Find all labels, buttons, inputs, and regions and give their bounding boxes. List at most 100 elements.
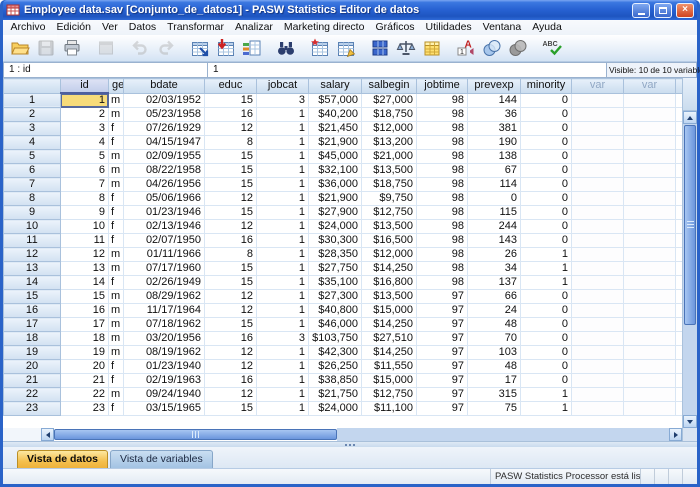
cell[interactable]: 98 bbox=[417, 178, 468, 192]
cell[interactable]: 07/18/1962 bbox=[124, 318, 205, 332]
cell[interactable]: 138 bbox=[468, 150, 521, 164]
cell[interactable]: 14 bbox=[61, 276, 109, 290]
cell[interactable] bbox=[624, 374, 676, 388]
variables-button[interactable] bbox=[239, 36, 265, 60]
cell[interactable]: 97 bbox=[417, 318, 468, 332]
cell[interactable]: 98 bbox=[417, 234, 468, 248]
row-header-19[interactable]: 19 bbox=[4, 346, 61, 360]
cell[interactable]: 1 bbox=[257, 206, 309, 220]
horizontal-scroll-thumb[interactable] bbox=[54, 429, 337, 440]
cell[interactable]: 12 bbox=[205, 360, 257, 374]
cell[interactable]: 0 bbox=[521, 108, 572, 122]
cell[interactable]: $12,750 bbox=[362, 388, 417, 402]
cell[interactable] bbox=[624, 304, 676, 318]
cell[interactable]: 115 bbox=[468, 206, 521, 220]
goto-variable-button[interactable] bbox=[213, 36, 239, 60]
cell[interactable]: $27,750 bbox=[309, 262, 362, 276]
cell[interactable] bbox=[572, 304, 624, 318]
row-header-6[interactable]: 6 bbox=[4, 164, 61, 178]
cell[interactable]: 15 bbox=[205, 178, 257, 192]
cell[interactable]: 97 bbox=[417, 402, 468, 416]
cell[interactable]: 1 bbox=[521, 388, 572, 402]
cell[interactable]: 1 bbox=[257, 108, 309, 122]
cell[interactable]: 15 bbox=[205, 164, 257, 178]
cell[interactable]: 04/26/1956 bbox=[124, 178, 205, 192]
cell[interactable]: m bbox=[109, 93, 124, 108]
show-all-variables-button[interactable] bbox=[505, 36, 531, 60]
cell[interactable] bbox=[624, 136, 676, 150]
cell[interactable]: 02/26/1949 bbox=[124, 276, 205, 290]
cell[interactable]: $21,750 bbox=[309, 388, 362, 402]
minimize-button[interactable] bbox=[632, 3, 650, 18]
cell[interactable]: 12 bbox=[205, 122, 257, 136]
cell[interactable] bbox=[624, 234, 676, 248]
row-header-23[interactable]: 23 bbox=[4, 402, 61, 416]
cell[interactable] bbox=[624, 192, 676, 206]
use-variable-sets-button[interactable] bbox=[479, 36, 505, 60]
cell[interactable] bbox=[624, 220, 676, 234]
cell[interactable]: 3 bbox=[61, 122, 109, 136]
cell[interactable]: $40,800 bbox=[309, 304, 362, 318]
cell[interactable]: 18 bbox=[61, 332, 109, 346]
cell[interactable]: f bbox=[109, 234, 124, 248]
close-button[interactable]: × bbox=[676, 3, 694, 18]
cell[interactable] bbox=[624, 402, 676, 416]
cell[interactable]: $12,000 bbox=[362, 122, 417, 136]
split-file-button[interactable] bbox=[367, 36, 393, 60]
cell[interactable]: $12,000 bbox=[362, 248, 417, 262]
cell[interactable]: 114 bbox=[468, 178, 521, 192]
value-labels-button[interactable]: 1A bbox=[453, 36, 479, 60]
row-header-13[interactable]: 13 bbox=[4, 262, 61, 276]
cell[interactable] bbox=[572, 220, 624, 234]
menu-transformar[interactable]: Transformar bbox=[162, 20, 230, 35]
cell[interactable]: 0 bbox=[521, 206, 572, 220]
cell[interactable]: 1 bbox=[257, 276, 309, 290]
cell[interactable]: 12 bbox=[205, 192, 257, 206]
cell[interactable] bbox=[572, 178, 624, 192]
cell[interactable]: 98 bbox=[417, 220, 468, 234]
tab-vista-de-datos[interactable]: Vista de datos bbox=[17, 450, 108, 468]
cell[interactable]: m bbox=[109, 164, 124, 178]
menu-graficos[interactable]: Gráficos bbox=[370, 20, 420, 35]
cell[interactable]: 98 bbox=[417, 248, 468, 262]
cell[interactable]: 0 bbox=[521, 332, 572, 346]
cell[interactable]: m bbox=[109, 178, 124, 192]
cell[interactable] bbox=[572, 290, 624, 304]
row-header-22[interactable]: 22 bbox=[4, 388, 61, 402]
cell[interactable]: m bbox=[109, 346, 124, 360]
cell[interactable]: 12 bbox=[61, 248, 109, 262]
column-header-var-10[interactable]: var bbox=[572, 79, 624, 94]
cell[interactable]: 67 bbox=[468, 164, 521, 178]
cell-editor-input[interactable]: 1 bbox=[208, 62, 607, 78]
column-header-salbegin[interactable]: salbegin bbox=[362, 79, 417, 94]
cell[interactable]: 98 bbox=[417, 262, 468, 276]
cell[interactable]: 1 bbox=[61, 93, 109, 108]
cell[interactable]: 19 bbox=[61, 346, 109, 360]
row-header-14[interactable]: 14 bbox=[4, 276, 61, 290]
cell[interactable] bbox=[624, 346, 676, 360]
cell[interactable]: 144 bbox=[468, 93, 521, 108]
cell[interactable] bbox=[572, 388, 624, 402]
cell[interactable]: 22 bbox=[61, 388, 109, 402]
cell[interactable]: 0 bbox=[521, 122, 572, 136]
cell[interactable]: f bbox=[109, 122, 124, 136]
column-header-jobtime[interactable]: jobtime bbox=[417, 79, 468, 94]
cell[interactable]: 1 bbox=[521, 276, 572, 290]
cell[interactable] bbox=[624, 248, 676, 262]
cell[interactable]: 08/22/1958 bbox=[124, 164, 205, 178]
cell[interactable]: 1 bbox=[257, 164, 309, 178]
row-header-3[interactable]: 3 bbox=[4, 122, 61, 136]
cell[interactable]: 244 bbox=[468, 220, 521, 234]
cell[interactable]: m bbox=[109, 332, 124, 346]
horizontal-scroll-track[interactable] bbox=[337, 428, 669, 441]
cell[interactable]: $46,000 bbox=[309, 318, 362, 332]
cell[interactable]: 75 bbox=[468, 402, 521, 416]
cell[interactable]: 03/20/1956 bbox=[124, 332, 205, 346]
cell[interactable]: 4 bbox=[61, 136, 109, 150]
cell[interactable]: 98 bbox=[417, 136, 468, 150]
cell[interactable]: 2 bbox=[61, 108, 109, 122]
cell[interactable]: 98 bbox=[417, 108, 468, 122]
cell[interactable]: 1 bbox=[521, 262, 572, 276]
cell[interactable] bbox=[572, 402, 624, 416]
cell[interactable]: m bbox=[109, 318, 124, 332]
